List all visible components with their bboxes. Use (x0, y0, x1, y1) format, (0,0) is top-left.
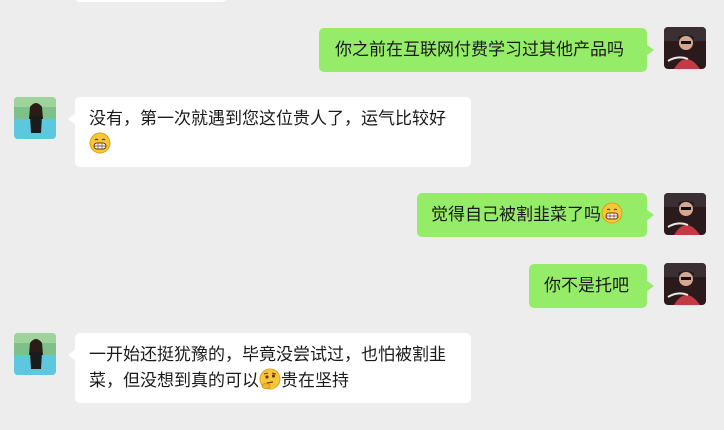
message-bubble-received[interactable]: 没有，第一次就遇到您这位贵人了，运气比较好 (68, 97, 471, 167)
message-text-line2: 菜，但没想到真的可以 (89, 371, 259, 391)
previous-message-fragment (75, 0, 227, 2)
driver-avatar[interactable] (664, 27, 706, 69)
woman-pool-avatar[interactable] (14, 333, 56, 375)
driver-avatar[interactable] (664, 193, 706, 235)
message-text: 你不是托吧 (544, 276, 629, 296)
message-text: 觉得自己被割韭菜了吗 (431, 205, 601, 225)
message-bubble-sent[interactable]: 觉得自己被割韭菜了吗 (417, 193, 654, 237)
message-text: 你之前在互联网付费学习过其他产品吗 (335, 40, 624, 60)
message-bubble-sent[interactable]: 你不是托吧 (529, 264, 654, 308)
grin-emoji-icon (601, 202, 623, 224)
grin-emoji-icon (89, 132, 111, 154)
driver-avatar[interactable] (664, 263, 706, 305)
message-bubble-received[interactable]: 一开始还挺犹豫的，毕竟没尝试过，也怕被割韭 菜，但没想到真的可以 贵在坚持 (68, 333, 471, 403)
woman-pool-avatar[interactable] (14, 97, 56, 139)
message-text-tail: 贵在坚持 (281, 371, 349, 391)
message-text: 没有，第一次就遇到您这位贵人了，运气比较好 (89, 109, 446, 129)
message-text-line1: 一开始还挺犹豫的，毕竟没尝试过，也怕被割韭 (89, 345, 446, 365)
thinking-emoji-icon (259, 368, 281, 390)
message-bubble-sent[interactable]: 你之前在互联网付费学习过其他产品吗 (319, 28, 654, 72)
